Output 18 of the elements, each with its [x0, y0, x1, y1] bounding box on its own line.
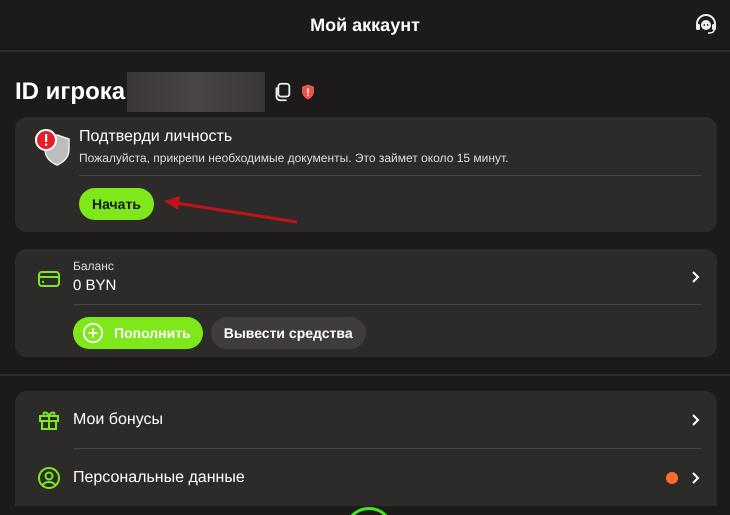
player-id-label: ID игрока: [15, 78, 126, 106]
chevron-right-icon: [690, 412, 702, 426]
verification-text: Пожалуйста, прикрепи необходимые документы. Это займет около 15 минут.: [79, 151, 510, 165]
chevron-right-icon: [690, 470, 702, 484]
balance-amount: 0 BYN: [73, 277, 116, 294]
support-headset-icon[interactable]: [694, 12, 718, 36]
menu-item-label: Персональные данные: [73, 468, 246, 486]
user-circle-icon: [37, 466, 61, 490]
menu-item-label: Мои бонусы: [73, 410, 164, 428]
start-button[interactable]: Начать: [79, 188, 154, 220]
plus-circle-icon: [82, 322, 104, 344]
balance-label: Баланс: [73, 259, 115, 273]
menu-item[interactable]: Мои бонусы: [37, 391, 702, 449]
chevron-right-icon[interactable]: [690, 270, 702, 284]
menu-item[interactable]: Персональные данные: [37, 449, 702, 506]
withdraw-button[interactable]: Вывести средства: [210, 317, 366, 349]
verification-title: Подтверди личность: [79, 128, 234, 146]
page-title: Мой аккаунт: [310, 14, 420, 36]
